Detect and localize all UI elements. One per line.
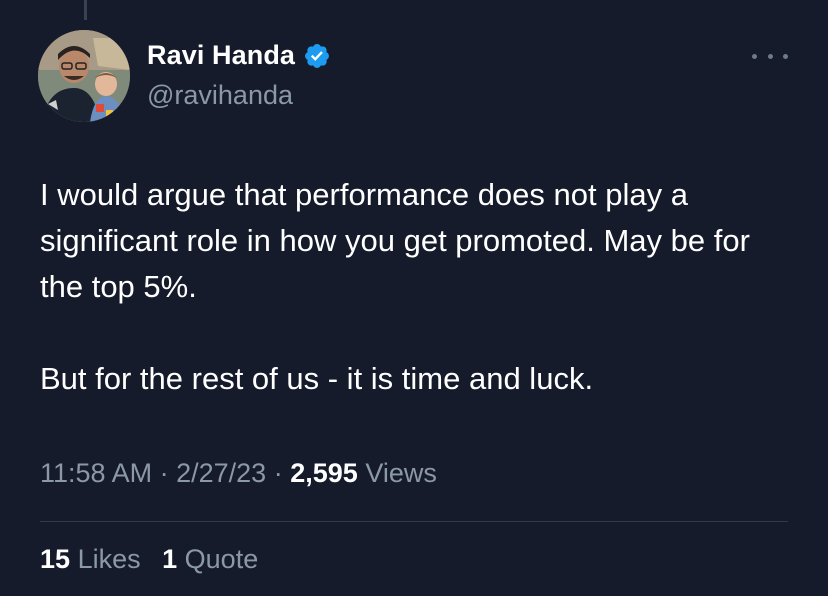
more-dot (783, 53, 788, 59)
avatar[interactable] (38, 30, 130, 122)
likes-count: 15 (40, 544, 71, 574)
avatar-image (38, 30, 130, 122)
views-count[interactable]: 2,595 (290, 458, 358, 488)
author-handle[interactable]: @ravihanda (147, 80, 293, 111)
thread-line (84, 0, 87, 20)
quotes-stat[interactable]: 1 Quote (162, 544, 258, 574)
engagement-stats: 15 Likes 1 Quote (40, 544, 272, 575)
verified-badge-icon (303, 42, 331, 70)
author-name-row[interactable]: Ravi Handa (147, 40, 331, 71)
tweet-time[interactable]: 11:58 AM (40, 458, 152, 488)
quotes-count: 1 (162, 544, 178, 574)
separator: · (273, 458, 283, 488)
likes-stat[interactable]: 15 Likes (40, 544, 148, 574)
likes-label: Likes (77, 544, 141, 574)
divider (40, 521, 788, 522)
separator: · (159, 458, 169, 488)
more-horizontal-icon[interactable] (752, 44, 788, 68)
tweet-date[interactable]: 2/27/23 (176, 458, 266, 488)
tweet-text: I would argue that performance does not … (40, 172, 800, 402)
tweet-paragraph: I would argue that performance does not … (40, 177, 750, 304)
tweet-metadata: 11:58 AM · 2/27/23 · 2,595 Views (40, 458, 437, 489)
tweet-paragraph: But for the rest of us - it is time and … (40, 361, 594, 396)
display-name[interactable]: Ravi Handa (147, 40, 295, 71)
more-dot (752, 53, 757, 59)
more-dot (767, 53, 773, 59)
views-label[interactable]: Views (365, 458, 437, 488)
tweet-card: Ravi Handa @ravihanda I would argue that… (0, 0, 828, 596)
quotes-label: Quote (184, 544, 259, 574)
